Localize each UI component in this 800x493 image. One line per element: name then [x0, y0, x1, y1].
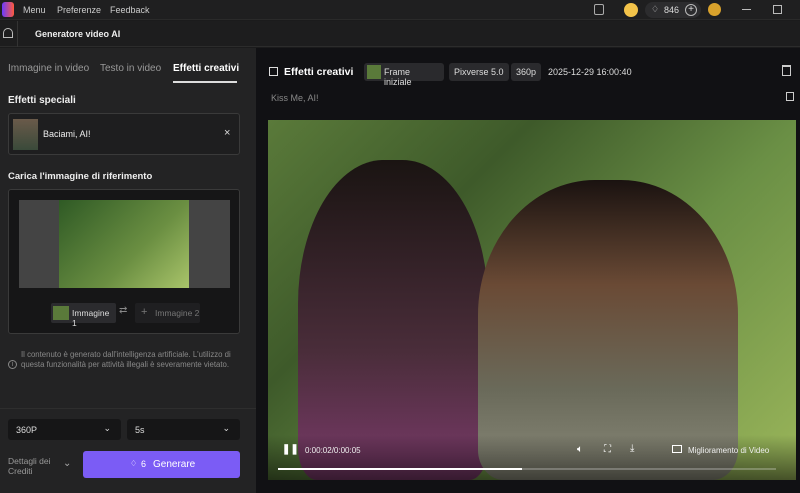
tab-text-to-video[interactable]: Testo in video	[100, 63, 161, 74]
enhance-icon[interactable]	[672, 445, 682, 453]
timestamp: 2025-12-29 16:00:40	[548, 67, 632, 77]
chevron-down-icon: ⌄	[103, 423, 111, 433]
resolution-select[interactable]: 360P ⌄	[8, 419, 121, 440]
video-frame	[298, 160, 488, 480]
frame-thumbnail	[367, 65, 381, 79]
image-1-label: Immagine 1	[72, 308, 110, 328]
volume-icon[interactable]: 🔈︎	[577, 444, 583, 455]
account-icon[interactable]	[708, 3, 721, 16]
progress-fill	[278, 468, 523, 470]
creative-effects-icon	[269, 67, 278, 76]
download-icon[interactable]: ⤓	[630, 443, 634, 454]
image-1-thumbnail	[53, 306, 69, 320]
menu-button[interactable]: Menu	[23, 5, 46, 15]
credits-pill[interactable]: ♢ 846 +	[645, 2, 701, 18]
upload-heading: Carica l'immagine di riferimento	[8, 171, 153, 182]
maximize-button[interactable]	[773, 5, 782, 14]
title-bar: Menu Preferenze Feedback ♢ 846 +	[0, 0, 800, 20]
trash-icon[interactable]	[782, 65, 791, 76]
result-title: Effetti creativi	[284, 66, 354, 78]
tab-image-to-video[interactable]: Immagine in video	[8, 63, 89, 74]
upload-area[interactable]: Immagine 1 ⇄ + Immagine 2	[8, 189, 240, 334]
chevron-down-icon[interactable]: ⌄	[63, 458, 71, 469]
special-effects-heading: Effetti speciali	[8, 95, 76, 106]
divider	[0, 408, 256, 409]
image-2-label: Immagine 2	[155, 308, 200, 318]
minimize-button[interactable]	[742, 9, 751, 10]
app-logo	[2, 2, 14, 17]
image-2-slot[interactable]: + Immagine 2	[135, 303, 200, 323]
effect-card[interactable]: Baciami, AI! ×	[8, 113, 240, 155]
progress-track[interactable]	[278, 468, 776, 470]
time-display: 0:00:02/0:00:05	[305, 446, 361, 455]
remove-effect-icon[interactable]: ×	[224, 127, 230, 139]
duration-select[interactable]: 5s ⌄	[127, 419, 240, 440]
left-panel: Immagine in video Testo in video Effetti…	[0, 48, 256, 493]
breadcrumb-bar: Generatore video AI	[0, 21, 800, 47]
active-tab-indicator	[173, 81, 237, 83]
image-1-slot[interactable]: Immagine 1	[51, 303, 116, 328]
generate-cost: 6	[141, 459, 147, 469]
preferences-button[interactable]: Preferenze	[57, 5, 101, 15]
info-icon: i	[8, 360, 17, 369]
model-chip: Pixverse 5.0	[449, 63, 509, 81]
add-credits-icon[interactable]: +	[685, 4, 697, 16]
controls-overlay	[268, 435, 796, 480]
result-panel: Effetti creativi Frame iniziale Pixverse…	[256, 48, 800, 493]
chevron-down-icon: ⌄	[222, 423, 230, 433]
duration-value: 5s	[135, 425, 145, 435]
divider	[17, 21, 18, 47]
swap-icon[interactable]: ⇄	[119, 305, 127, 316]
add-image-icon: +	[141, 306, 148, 318]
video-player[interactable]: ❚❚ 0:00:02/0:00:05 🔈︎ ⛶ ⤓ Miglioramento …	[268, 120, 796, 480]
home-icon[interactable]	[3, 28, 13, 38]
frame-chip: Frame iniziale	[364, 63, 444, 87]
reference-image-preview	[19, 200, 230, 288]
pause-button[interactable]: ❚❚	[282, 444, 299, 455]
credits-details-toggle[interactable]: Dettagli dei Crediti	[8, 456, 58, 476]
generate-label: Generare	[153, 459, 196, 470]
prompt-text: Kiss Me, AI!	[271, 93, 319, 103]
frame-chip-label: Frame iniziale	[384, 67, 412, 87]
effect-name: Baciami, AI!	[43, 129, 91, 139]
tab-creative-effects[interactable]: Effetti creativi	[173, 63, 239, 74]
page-title: Generatore video AI	[35, 29, 121, 39]
notes-icon[interactable]	[594, 4, 604, 15]
diamond-icon: ♢	[651, 4, 660, 14]
fullscreen-icon[interactable]: ⛶	[604, 444, 611, 455]
membership-icon[interactable]	[624, 3, 638, 17]
generate-button[interactable]: ♢ 6 Generare	[83, 451, 240, 478]
disclaimer-text: Il contenuto è generato dall'intelligenz…	[21, 350, 231, 369]
resolution-value: 360P	[16, 425, 38, 435]
effect-thumbnail	[13, 119, 38, 150]
copy-icon[interactable]	[786, 92, 794, 101]
diamond-icon: ♢	[130, 459, 138, 468]
enhance-button[interactable]: Miglioramento di Video	[688, 446, 769, 455]
feedback-button[interactable]: Feedback	[110, 5, 150, 15]
resolution-chip: 360p	[511, 63, 542, 81]
credits-count: 846	[664, 5, 680, 15]
